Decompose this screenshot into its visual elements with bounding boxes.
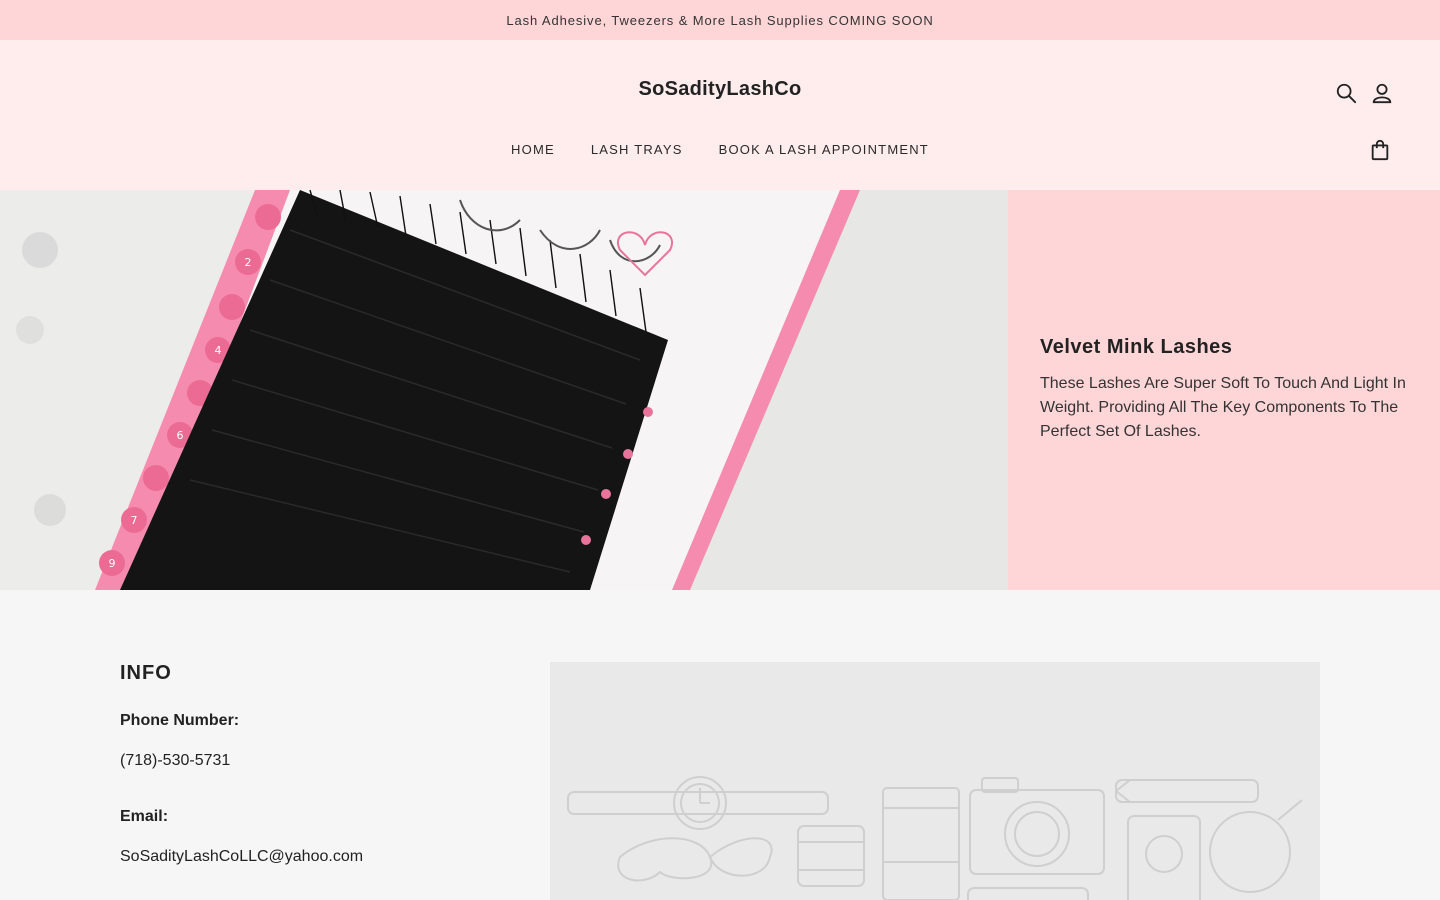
info-heading: INFO: [120, 662, 172, 684]
svg-text:7: 7: [131, 514, 138, 527]
site-header: SoSadityLashCo HOME LASH TRAYS BOOK A LA…: [0, 40, 1440, 190]
phone-label: Phone Number:: [120, 712, 240, 729]
account-icon[interactable]: [1369, 80, 1395, 106]
svg-text:9: 9: [109, 557, 116, 570]
email-label: Email:: [120, 808, 169, 825]
store-logo[interactable]: SoSadityLashCo: [0, 78, 1440, 101]
footer-info-section: INFO Phone Number: (718)-530-5731 Email:…: [0, 590, 1440, 900]
search-icon[interactable]: [1333, 80, 1359, 106]
nav-book-appointment[interactable]: BOOK A LASH APPOINTMENT: [719, 142, 929, 157]
hero-description: These Lashes Are Super Soft To Touch And…: [1040, 375, 1406, 440]
svg-text:6: 6: [177, 429, 184, 442]
phone-value[interactable]: (718)-530-5731: [120, 752, 230, 770]
announcement-text: Lash Adhesive, Tweezers & More Lash Supp…: [506, 12, 934, 28]
hero-text-panel: Velvet Mink Lashes These Lashes Are Supe…: [1008, 190, 1440, 590]
hero-image[interactable]: 2 4 6 7 9: [0, 190, 1008, 590]
email-value[interactable]: SoSadityLashCoLLC@yahoo.com: [120, 848, 363, 866]
nav-home[interactable]: HOME: [511, 142, 555, 157]
placeholder-image: [550, 662, 1320, 900]
hero-section: 246 79 Velvet Mink Lashes These Lashes A…: [0, 190, 1440, 590]
nav-lash-trays[interactable]: LASH TRAYS: [591, 142, 683, 157]
placeholder-illustration: [567, 776, 1303, 900]
hero-title: Velvet Mink Lashes: [1040, 336, 1233, 358]
main-nav: HOME LASH TRAYS BOOK A LASH APPOINTMENT: [0, 142, 1440, 157]
announcement-bar: Lash Adhesive, Tweezers & More Lash Supp…: [0, 0, 1440, 40]
cart-icon[interactable]: [1367, 137, 1393, 163]
svg-text:4: 4: [215, 344, 222, 357]
svg-text:2: 2: [245, 256, 252, 269]
